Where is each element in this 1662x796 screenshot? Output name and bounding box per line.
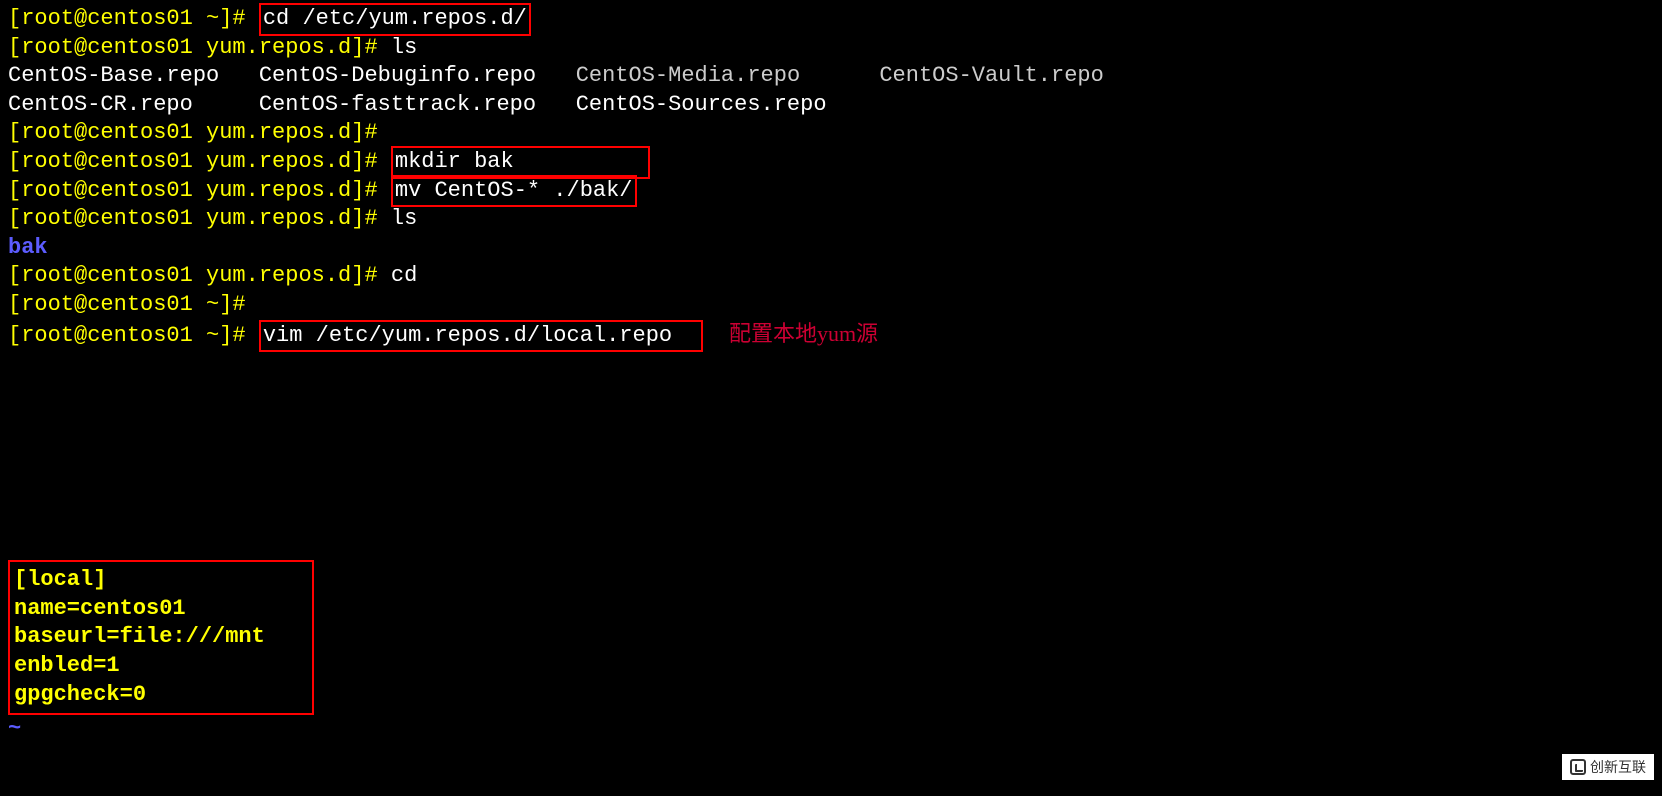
prompt: [root@centos01 yum.repos.d]# — [8, 120, 378, 145]
tilde-icon: ~ — [8, 716, 21, 741]
highlight-repo-config: [local] name=centos01 baseurl=file:///mn… — [8, 560, 314, 715]
prompt: [root@centos01 yum.repos.d]# — [8, 35, 378, 60]
blank-gap — [8, 350, 1654, 560]
line-7: [root@centos01 yum.repos.d]# cd — [8, 262, 1654, 291]
cmd: vim /etc/yum.repos.d/local.repo — [263, 323, 672, 348]
line-6: [root@centos01 yum.repos.d]# ls — [8, 205, 1654, 234]
cmd: cd — [391, 263, 417, 288]
repo-line: [local] — [14, 567, 106, 592]
prompt: [root@centos01 ~]# — [8, 323, 246, 348]
file: CentOS-Media.repo — [576, 63, 800, 88]
ls-output-2: CentOS-CR.repo CentOS-fasttrack.repo Cen… — [8, 91, 1654, 120]
line-5: [root@centos01 yum.repos.d]# mv CentOS-*… — [8, 177, 1654, 206]
terminal[interactable]: [root@centos01 ~]# cd /etc/yum.repos.d/ … — [8, 5, 1654, 744]
line-1: [root@centos01 ~]# cd /etc/yum.repos.d/ — [8, 5, 1654, 34]
watermark: 创新互联 — [1562, 754, 1654, 780]
ls-output-1: CentOS-Base.repo CentOS-Debuginfo.repo C… — [8, 62, 1654, 91]
file: CentOS-Vault.repo — [879, 63, 1103, 88]
vim-tilde: ~ — [8, 715, 1654, 744]
line-3: [root@centos01 yum.repos.d]# — [8, 119, 1654, 148]
line-2: [root@centos01 yum.repos.d]# ls — [8, 34, 1654, 63]
dir: bak — [8, 235, 48, 260]
ls-output-3: bak — [8, 234, 1654, 263]
highlight-vim: vim /etc/yum.repos.d/local.repo — [259, 320, 703, 353]
repo-line: baseurl=file:///mnt — [14, 624, 265, 649]
prompt: [root@centos01 yum.repos.d]# — [8, 263, 378, 288]
cmd: ls — [391, 206, 417, 231]
repo-line: gpgcheck=0 — [14, 682, 146, 707]
cmd: mv CentOS-* ./bak/ — [395, 178, 633, 203]
highlight-mv: mv CentOS-* ./bak/ — [391, 175, 637, 208]
cmd: cd /etc/yum.repos.d/ — [263, 6, 527, 31]
line-9: [root@centos01 ~]# vim /etc/yum.repos.d/… — [8, 320, 1654, 351]
file-list: CentOS-Base.repo CentOS-Debuginfo.repo — [8, 63, 576, 88]
line-4: [root@centos01 yum.repos.d]# mkdir bak — [8, 148, 1654, 177]
cmd: mkdir bak — [395, 149, 514, 174]
repo-line: enbled=1 — [14, 653, 120, 678]
watermark-logo-icon — [1570, 759, 1586, 775]
cmd: ls — [391, 35, 417, 60]
prompt: [root@centos01 yum.repos.d]# — [8, 178, 378, 203]
prompt: [root@centos01 ~]# — [8, 292, 246, 317]
repo-line: name=centos01 — [14, 596, 186, 621]
prompt: [root@centos01 ~]# — [8, 6, 246, 31]
prompt: [root@centos01 yum.repos.d]# — [8, 206, 378, 231]
watermark-text: 创新互联 — [1590, 758, 1646, 776]
annotation-text: 配置本地yum源 — [729, 321, 878, 346]
highlight-cd: cd /etc/yum.repos.d/ — [259, 3, 531, 36]
prompt: [root@centos01 yum.repos.d]# — [8, 149, 378, 174]
line-8: [root@centos01 ~]# — [8, 291, 1654, 320]
file-list: CentOS-CR.repo CentOS-fasttrack.repo Cen… — [8, 92, 827, 117]
